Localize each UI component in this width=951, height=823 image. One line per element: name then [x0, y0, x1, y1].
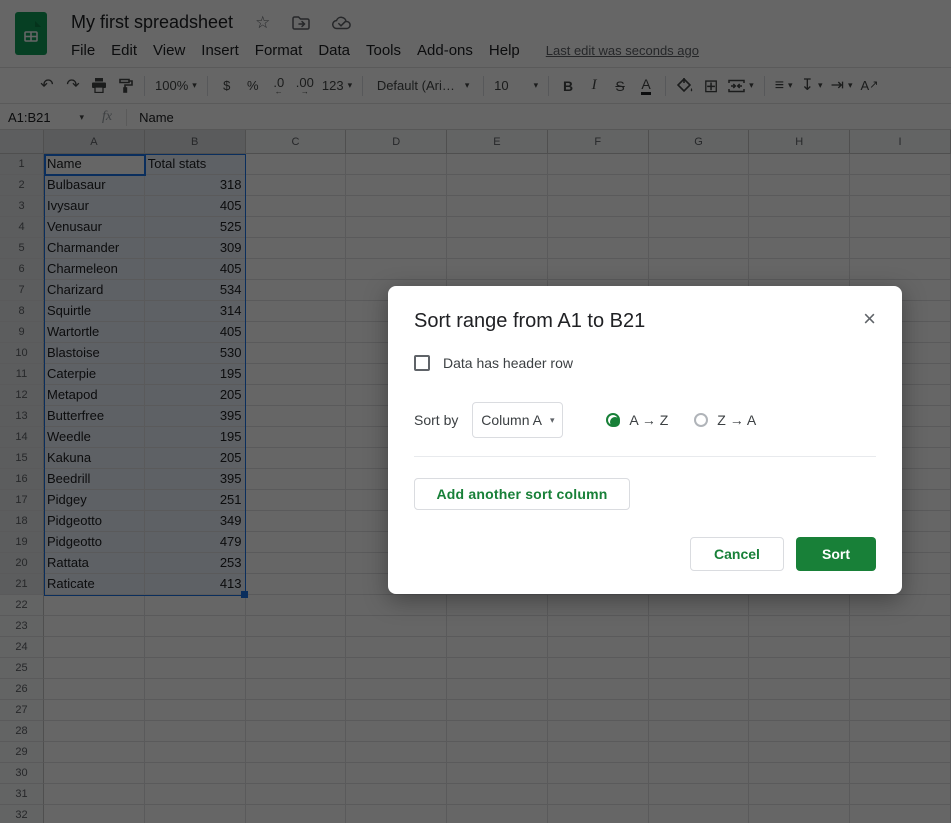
sort-column-select[interactable]: Column A ▾	[472, 402, 564, 438]
header-row-checkbox-row[interactable]: Data has header row	[414, 355, 876, 371]
header-row-checkbox[interactable]	[414, 355, 430, 371]
sort-by-label: Sort by	[414, 412, 459, 428]
sort-range-dialog: Sort range from A1 to B21 × Data has hea…	[388, 286, 902, 594]
sort-button[interactable]: Sort	[796, 537, 876, 571]
header-row-checkbox-label: Data has header row	[443, 355, 573, 371]
dialog-title: Sort range from A1 to B21	[414, 310, 646, 332]
add-sort-column-button[interactable]: Add another sort column	[414, 478, 630, 510]
sort-ascending-option[interactable]: A → Z	[606, 412, 668, 428]
sort-descending-option[interactable]: Z → A	[694, 412, 756, 428]
google-sheets-window: My first spreadsheet ☆ FileEditViewInser…	[0, 0, 951, 823]
close-icon[interactable]: ×	[863, 308, 876, 330]
descending-radio[interactable]	[694, 413, 709, 427]
ascending-radio[interactable]	[606, 413, 621, 427]
cancel-button[interactable]: Cancel	[690, 537, 784, 571]
